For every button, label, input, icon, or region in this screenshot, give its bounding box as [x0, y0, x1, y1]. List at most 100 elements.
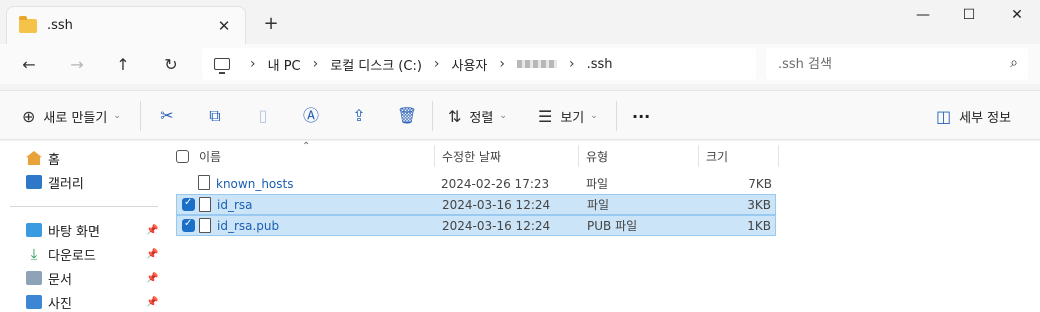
column-header-size-label: 크기: [706, 149, 729, 164]
breadcrumb-ssh[interactable]: .ssh: [587, 57, 613, 72]
sidebar-item-downloads[interactable]: ⤓ 다운로드 📌: [26, 243, 159, 265]
file-row[interactable]: id_rsa.pub 2024-03-16 12:24 PUB 파일 1KB: [176, 215, 776, 236]
close-window-button[interactable]: ✕: [994, 0, 1040, 30]
up-button[interactable]: ↑: [108, 50, 138, 80]
maximize-button[interactable]: ☐: [946, 0, 992, 30]
trash-icon: 🗑: [396, 106, 418, 125]
sidebar-item-home[interactable]: 홈: [26, 147, 60, 169]
sort-ascending-icon: ⌃: [302, 141, 311, 152]
pin-icon[interactable]: 📌: [146, 273, 158, 284]
file-icon: [198, 175, 210, 190]
file-type: PUB 파일: [587, 219, 638, 233]
sidebar-item-desktop[interactable]: 바탕 화면 📌: [26, 219, 158, 241]
file-name: id_rsa.pub: [217, 218, 280, 233]
forward-button[interactable]: →: [62, 50, 92, 80]
view-list-icon: ☰: [538, 106, 553, 126]
arrow-up-icon: ↑: [116, 55, 130, 74]
column-divider[interactable]: [578, 145, 579, 167]
search-icon[interactable]: ⌕: [1010, 55, 1018, 71]
details-pane-icon: ◫: [936, 106, 952, 126]
row-checkbox[interactable]: [182, 218, 195, 232]
copy-icon: ⧉: [209, 106, 221, 125]
computer-icon: [214, 58, 230, 74]
chevron-down-icon: ⌄: [499, 111, 507, 121]
column-header-date[interactable]: 수정한 날짜: [442, 145, 572, 167]
view-button-label: 보기: [560, 110, 585, 126]
file-size: 3KB: [747, 197, 771, 212]
plus-circle-icon: ⊕: [22, 106, 36, 126]
paste-button[interactable]: ▯: [250, 103, 276, 129]
pin-icon[interactable]: 📌: [146, 297, 158, 308]
gallery-icon: [26, 175, 42, 189]
breadcrumb-users[interactable]: 사용자: [452, 55, 488, 74]
rename-icon: Ⓐ: [302, 106, 319, 125]
back-button[interactable]: ←: [14, 50, 44, 80]
details-pane-label: 세부 정보: [959, 110, 1012, 126]
breadcrumb-this-pc[interactable]: 내 PC: [268, 55, 301, 74]
breadcrumb-local-disk[interactable]: 로컬 디스크 (C:): [330, 55, 422, 74]
content-area: 홈 갤러리 바탕 화면 📌 ⤓ 다운로드 📌 문서 📌 사진 📌 이름 ⌃ 수정…: [0, 141, 1040, 312]
command-bar: ⊕ 새로 만들기 ⌄ ✂ ⧉ ▯ Ⓐ ⇪ 🗑 ⇅ 정렬 ⌄ ☰ 보기 ⌄ ···…: [0, 90, 1040, 140]
refresh-button[interactable]: ↻: [156, 50, 186, 80]
file-name: known_hosts: [216, 176, 294, 191]
sort-button[interactable]: ⇅ 정렬 ⌄: [448, 103, 507, 129]
more-icon: ···: [632, 106, 651, 126]
sidebar-item-documents[interactable]: 문서 📌: [26, 267, 158, 289]
pin-icon[interactable]: 📌: [146, 249, 158, 260]
delete-button[interactable]: 🗑: [394, 103, 420, 129]
desktop-icon: [26, 223, 42, 237]
chevron-right-icon: ›: [499, 56, 506, 72]
select-all-checkbox[interactable]: [176, 149, 189, 163]
share-button[interactable]: ⇪: [346, 103, 372, 129]
share-icon: ⇪: [352, 106, 366, 125]
chevron-down-icon: ⌄: [590, 111, 598, 121]
minimize-button[interactable]: —: [900, 0, 946, 30]
search-box[interactable]: ⌕: [766, 48, 1028, 80]
tab-ssh[interactable]: .ssh ✕: [6, 6, 246, 44]
column-divider[interactable]: [778, 145, 779, 167]
new-tab-button[interactable]: +: [258, 12, 284, 36]
arrow-left-icon: ←: [22, 55, 36, 74]
column-header-type[interactable]: 유형: [586, 145, 696, 167]
cut-button[interactable]: ✂: [154, 103, 180, 129]
file-date: 2024-02-26 17:23: [441, 176, 550, 191]
copy-button[interactable]: ⧉: [202, 103, 228, 129]
divider: [616, 101, 617, 131]
pin-icon[interactable]: 📌: [146, 225, 158, 236]
address-bar[interactable]: › 내 PC › 로컬 디스크 (C:) › 사용자 › › .ssh: [202, 48, 756, 80]
arrow-right-icon: →: [70, 55, 84, 74]
navigation-bar: ← → ↑ ↻ › 내 PC › 로컬 디스크 (C:) › 사용자 › › .…: [0, 44, 1040, 84]
details-pane-button[interactable]: ◫ 세부 정보: [936, 103, 1011, 129]
column-divider[interactable]: [698, 145, 699, 167]
more-options-button[interactable]: ···: [632, 103, 650, 129]
chevron-right-icon: ›: [312, 56, 319, 72]
column-divider[interactable]: [434, 145, 435, 167]
home-icon: [26, 151, 42, 165]
column-header-type-label: 유형: [586, 149, 609, 164]
sidebar-item-pictures[interactable]: 사진 📌: [26, 291, 158, 312]
rename-button[interactable]: Ⓐ: [298, 103, 324, 129]
file-name: id_rsa: [217, 197, 253, 212]
scissors-icon: ✂: [160, 106, 174, 125]
tab-close-icon[interactable]: ✕: [213, 15, 235, 37]
file-date: 2024-03-16 12:24: [442, 218, 551, 233]
file-date: 2024-03-16 12:24: [442, 197, 551, 212]
column-header-size[interactable]: 크기: [706, 145, 776, 167]
file-row[interactable]: id_rsa 2024-03-16 12:24 파일 3KB: [176, 194, 776, 215]
sidebar-item-label: 홈: [48, 152, 60, 168]
search-input[interactable]: [778, 56, 998, 72]
file-row[interactable]: known_hosts 2024-02-26 17:23 파일 7KB: [176, 173, 776, 194]
picture-icon: [26, 295, 42, 309]
column-header-date-label: 수정한 날짜: [442, 149, 502, 164]
view-button[interactable]: ☰ 보기 ⌄: [538, 103, 598, 129]
document-icon: [26, 271, 42, 285]
chevron-right-icon: ›: [569, 56, 575, 72]
breadcrumb-username-redacted[interactable]: [517, 60, 558, 68]
column-header-name[interactable]: 이름 ⌃: [176, 141, 432, 167]
sidebar-item-gallery[interactable]: 갤러리: [26, 171, 84, 193]
new-button-label: 새로 만들기: [43, 110, 108, 126]
sidebar-item-label: 사진: [48, 296, 72, 312]
new-button[interactable]: ⊕ 새로 만들기 ⌄: [22, 103, 121, 129]
row-checkbox[interactable]: [182, 197, 195, 211]
tab-title: .ssh: [47, 18, 73, 33]
